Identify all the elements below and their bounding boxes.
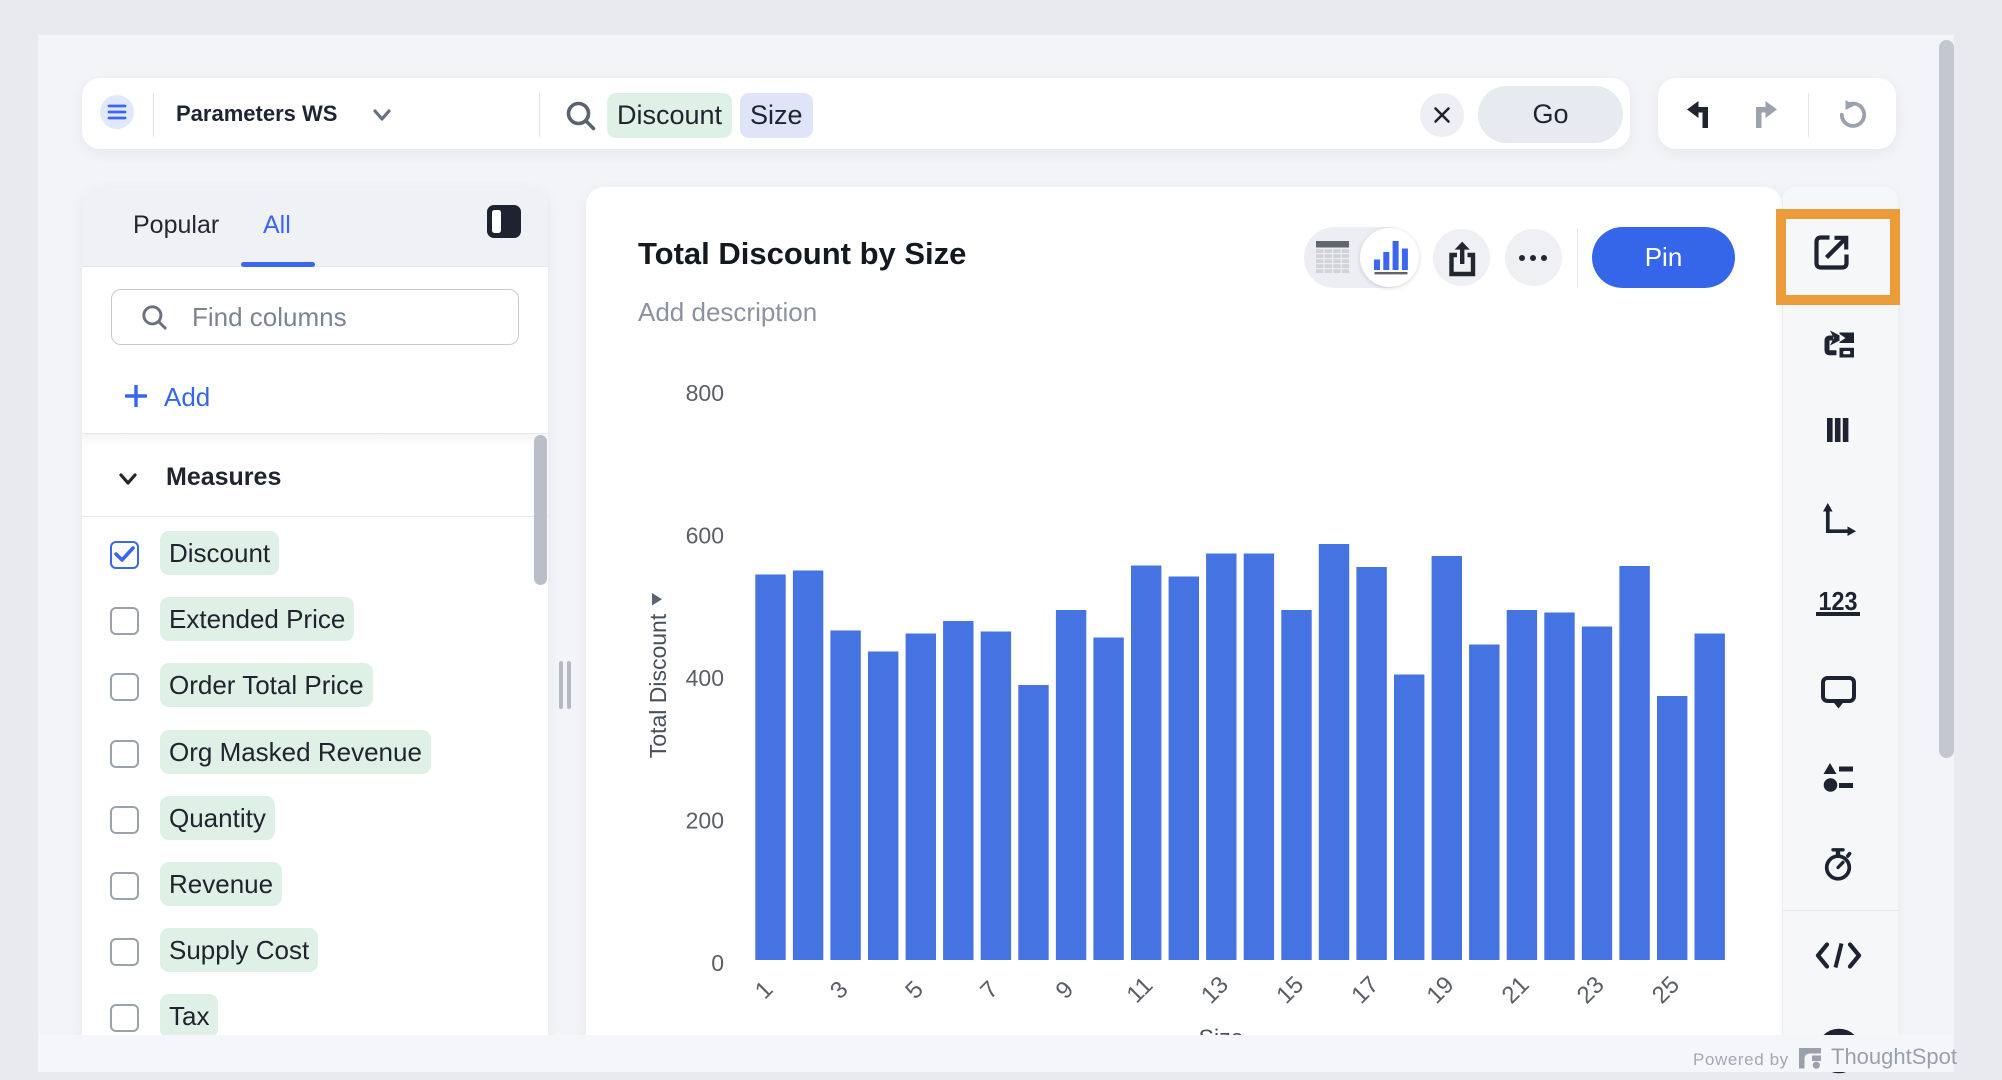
svg-text:200: 200 [686, 808, 724, 834]
svg-text:15: 15 [1271, 971, 1309, 1009]
svg-text:600: 600 [686, 523, 724, 549]
svg-text:800: 800 [686, 380, 724, 406]
svg-text:9: 9 [1051, 976, 1080, 1005]
svg-text:25: 25 [1647, 971, 1685, 1009]
svg-text:Total Discount: Total Discount [645, 613, 671, 758]
svg-text:3: 3 [825, 976, 854, 1005]
svg-text:0: 0 [711, 950, 724, 976]
svg-text:23: 23 [1572, 971, 1610, 1009]
svg-text:19: 19 [1422, 971, 1460, 1009]
svg-text:13: 13 [1196, 971, 1234, 1009]
svg-text:11: 11 [1122, 972, 1159, 1009]
svg-text:17: 17 [1346, 971, 1384, 1009]
svg-text:400: 400 [686, 665, 724, 691]
svg-text:1: 1 [750, 976, 779, 1005]
svg-text:5: 5 [900, 976, 929, 1005]
svg-text:21: 21 [1497, 971, 1535, 1009]
svg-text:7: 7 [975, 976, 1004, 1005]
